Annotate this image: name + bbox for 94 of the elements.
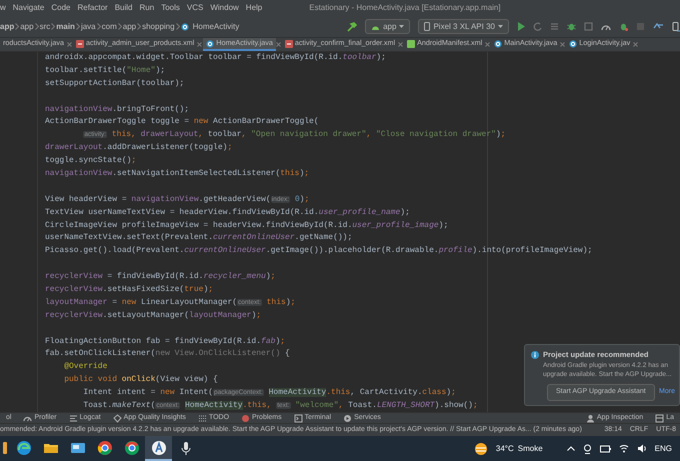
- chevron-icon: [15, 23, 20, 30]
- list-icon: [198, 414, 207, 422]
- layout-icon: [655, 414, 664, 422]
- chevron-icon: [51, 23, 56, 30]
- terminal-icon: [294, 414, 303, 422]
- configuration-dropdown[interactable]: app: [365, 19, 410, 34]
- lines-icon: [68, 414, 78, 422]
- xml-file-icon: [284, 40, 293, 48]
- close-icon[interactable]: [276, 42, 281, 47]
- speaker-icon[interactable]: [636, 444, 647, 453]
- code-line: recyclerView.setHasFixedSize(true);: [45, 284, 214, 296]
- taskbar-app[interactable]: [145, 436, 172, 461]
- menu-item[interactable]: Help: [246, 2, 262, 14]
- chevron-icon: [76, 23, 80, 30]
- class-icon: [180, 22, 189, 30]
- person-icon: [586, 414, 595, 422]
- code-line: recyclerView = findViewById(R.id.recycler_menu);: [45, 271, 276, 284]
- menu-item[interactable]: VCS: [186, 2, 204, 14]
- chevron-up-icon[interactable]: [566, 446, 575, 451]
- close-icon[interactable]: [197, 42, 202, 47]
- code-line: navigationView.bringToFront();: [45, 104, 190, 116]
- code-line: userNameTextView.setText(Prevalent.currentOnlineUser.getName());: [45, 232, 352, 244]
- breadcrumb-item[interactable]: HomeActivity: [192, 20, 240, 32]
- bug-icon[interactable]: [619, 22, 628, 31]
- sun-icon: [474, 442, 488, 456]
- class-icon: [206, 40, 214, 48]
- app-icon: [2, 440, 8, 456]
- caret-icon: [498, 25, 503, 28]
- language-indicator[interactable]: ENG: [654, 442, 672, 454]
- phone-icon: [424, 22, 430, 31]
- code-line: androidx.appcompat.widget.Toolbar toolbar = findViewById(R.id.toolbar);: [45, 52, 386, 64]
- breadcrumb-item[interactable]: java: [80, 20, 96, 32]
- breadcrumb-item[interactable]: main: [56, 20, 75, 32]
- code-line: FloatingActionButton fab = findViewById(R.id.fab);: [45, 336, 286, 348]
- xml-file-icon: [76, 40, 84, 48]
- close-icon[interactable]: [485, 42, 490, 47]
- chevron-icon: [96, 23, 101, 30]
- android-icon: [407, 40, 416, 48]
- device-manager-icon[interactable]: [672, 22, 680, 32]
- code-line: recyclerView.setLayoutManager(layoutManager);: [45, 310, 262, 322]
- breadcrumb-item[interactable]: shopping: [142, 20, 175, 32]
- menu-item[interactable]: Refactor: [77, 2, 108, 14]
- diamond-icon: [112, 414, 122, 422]
- menu-item[interactable]: Run: [140, 2, 154, 14]
- chrome-icon: [124, 440, 140, 456]
- close-icon[interactable]: [398, 42, 404, 47]
- hammer-icon[interactable]: [347, 22, 358, 32]
- chevron-icon: [176, 23, 180, 30]
- chrome-icon: [96, 440, 112, 456]
- caret-icon: [399, 25, 404, 28]
- menu-item[interactable]: w: [0, 2, 6, 14]
- class-icon: [569, 40, 578, 48]
- menu-item[interactable]: Code: [51, 2, 70, 14]
- breadcrumb-item[interactable]: com: [102, 20, 117, 32]
- close-icon[interactable]: [633, 42, 638, 47]
- code-line: fab.setOnClickListener(new View.OnClickListener() {: [45, 348, 290, 360]
- temperature: 34°C: [496, 442, 514, 454]
- chevron-icon: [137, 23, 142, 30]
- battery-icon[interactable]: [600, 444, 611, 452]
- menu-item[interactable]: Build: [114, 2, 133, 14]
- breadcrumb-item[interactable]: src: [40, 20, 50, 32]
- menu-item[interactable]: Window: [210, 2, 239, 14]
- bug-icon[interactable]: [567, 22, 576, 31]
- code-line: public void onClick(View view) {: [63, 374, 218, 386]
- menu-item[interactable]: Navigate: [12, 2, 44, 14]
- edge-icon: [16, 440, 32, 456]
- info-icon: [531, 350, 539, 359]
- close-icon[interactable]: [66, 42, 72, 47]
- code-line: TextView userNameTextView = headerView.findViewById(R.id.user_profile_name);: [45, 206, 410, 219]
- chevron-icon: [34, 23, 39, 30]
- code-line: navigationView.setNavigationItemSelectedListener(this);: [45, 168, 310, 180]
- wifi-icon[interactable]: [618, 444, 629, 453]
- code-line: Picasso.get().load(Prevalent.currentOnlineUser.getImage()).placeholder(R.drawable.profile).into(profileImageView);: [45, 245, 592, 258]
- run-icon[interactable]: [517, 22, 525, 31]
- code-line: CircleImageView profileImageView = headerView.findViewById(R.id.user_profile_image);: [45, 220, 448, 232]
- breadcrumb-item[interactable]: app: [122, 20, 136, 32]
- menu-item[interactable]: Tools: [161, 2, 180, 14]
- breadcrumb-item[interactable]: app: [20, 20, 34, 32]
- studio-icon: [150, 440, 166, 456]
- device-dropdown[interactable]: Pixel 3 XL API 30: [418, 19, 509, 34]
- webcam-icon[interactable]: [582, 444, 592, 454]
- code-line: @Override: [63, 361, 108, 374]
- class-icon: [494, 40, 502, 48]
- code-line: drawerLayout.addDrawerListener(toggle);: [45, 142, 232, 154]
- code-line: ActionBarDrawerToggle toggle = new ActionBarDrawerToggle(: [45, 116, 319, 128]
- close-icon[interactable]: [560, 42, 566, 47]
- breadcrumb-item[interactable]: app: [0, 20, 14, 32]
- code-line: setSupportActionBar(toolbar);: [45, 78, 184, 90]
- weather-condition: Smoke: [518, 442, 543, 454]
- chevron-icon: [118, 23, 122, 30]
- window-title: Estationary - HomeActivity.java [Estationary.app.main]: [309, 2, 501, 14]
- code-line: toolbar.setTitle("Home");: [45, 64, 166, 77]
- code-line: toggle.syncState();: [45, 155, 136, 168]
- error-icon: [241, 414, 250, 422]
